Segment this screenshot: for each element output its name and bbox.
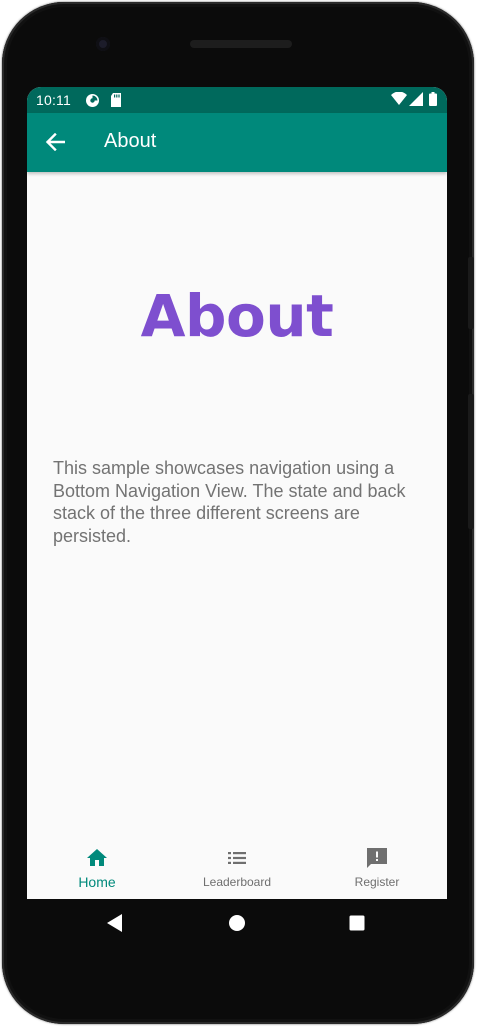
nav-label-home: Home [78, 874, 116, 890]
status-time: 10:11 [36, 92, 71, 108]
app-screen: 10:11 About About This sample showcases … [27, 87, 447, 899]
triangle-back-icon [107, 914, 122, 932]
about-content: About This sample showcases navigation u… [27, 172, 447, 842]
bottom-navigation: Home Leaderboard Register [27, 842, 447, 899]
nav-item-leaderboard[interactable]: Leaderboard [167, 842, 307, 899]
front-camera [96, 37, 110, 51]
status-bar: 10:11 [27, 87, 447, 113]
volume-button [468, 394, 474, 529]
nav-item-home[interactable]: Home [27, 842, 167, 899]
system-recents-button[interactable] [349, 915, 365, 935]
about-description: This sample showcases navigation using a… [53, 458, 406, 546]
wifi-icon [391, 91, 407, 111]
power-button [468, 257, 474, 329]
feedback-icon [365, 846, 389, 870]
system-navigation-bar [27, 899, 447, 951]
system-home-button[interactable] [228, 914, 246, 936]
earpiece-speaker [190, 40, 292, 48]
app-bar: About [27, 113, 447, 172]
data-saver-icon [85, 93, 100, 113]
about-heading: About [140, 282, 334, 350]
nav-label-register: Register [354, 875, 400, 889]
sd-card-icon [110, 93, 122, 112]
battery-icon [429, 92, 437, 111]
square-recents-icon [349, 915, 365, 931]
page-title: About [104, 130, 157, 152]
list-icon [225, 846, 249, 870]
nav-label-leaderboard: Leaderboard [202, 875, 272, 889]
nav-item-register[interactable]: Register [307, 842, 447, 899]
circle-home-icon [229, 915, 245, 931]
home-icon [85, 846, 109, 870]
arrow-back-icon [45, 133, 65, 151]
system-back-button[interactable] [106, 913, 124, 937]
back-button[interactable] [39, 126, 71, 158]
cell-signal-icon [409, 92, 423, 111]
